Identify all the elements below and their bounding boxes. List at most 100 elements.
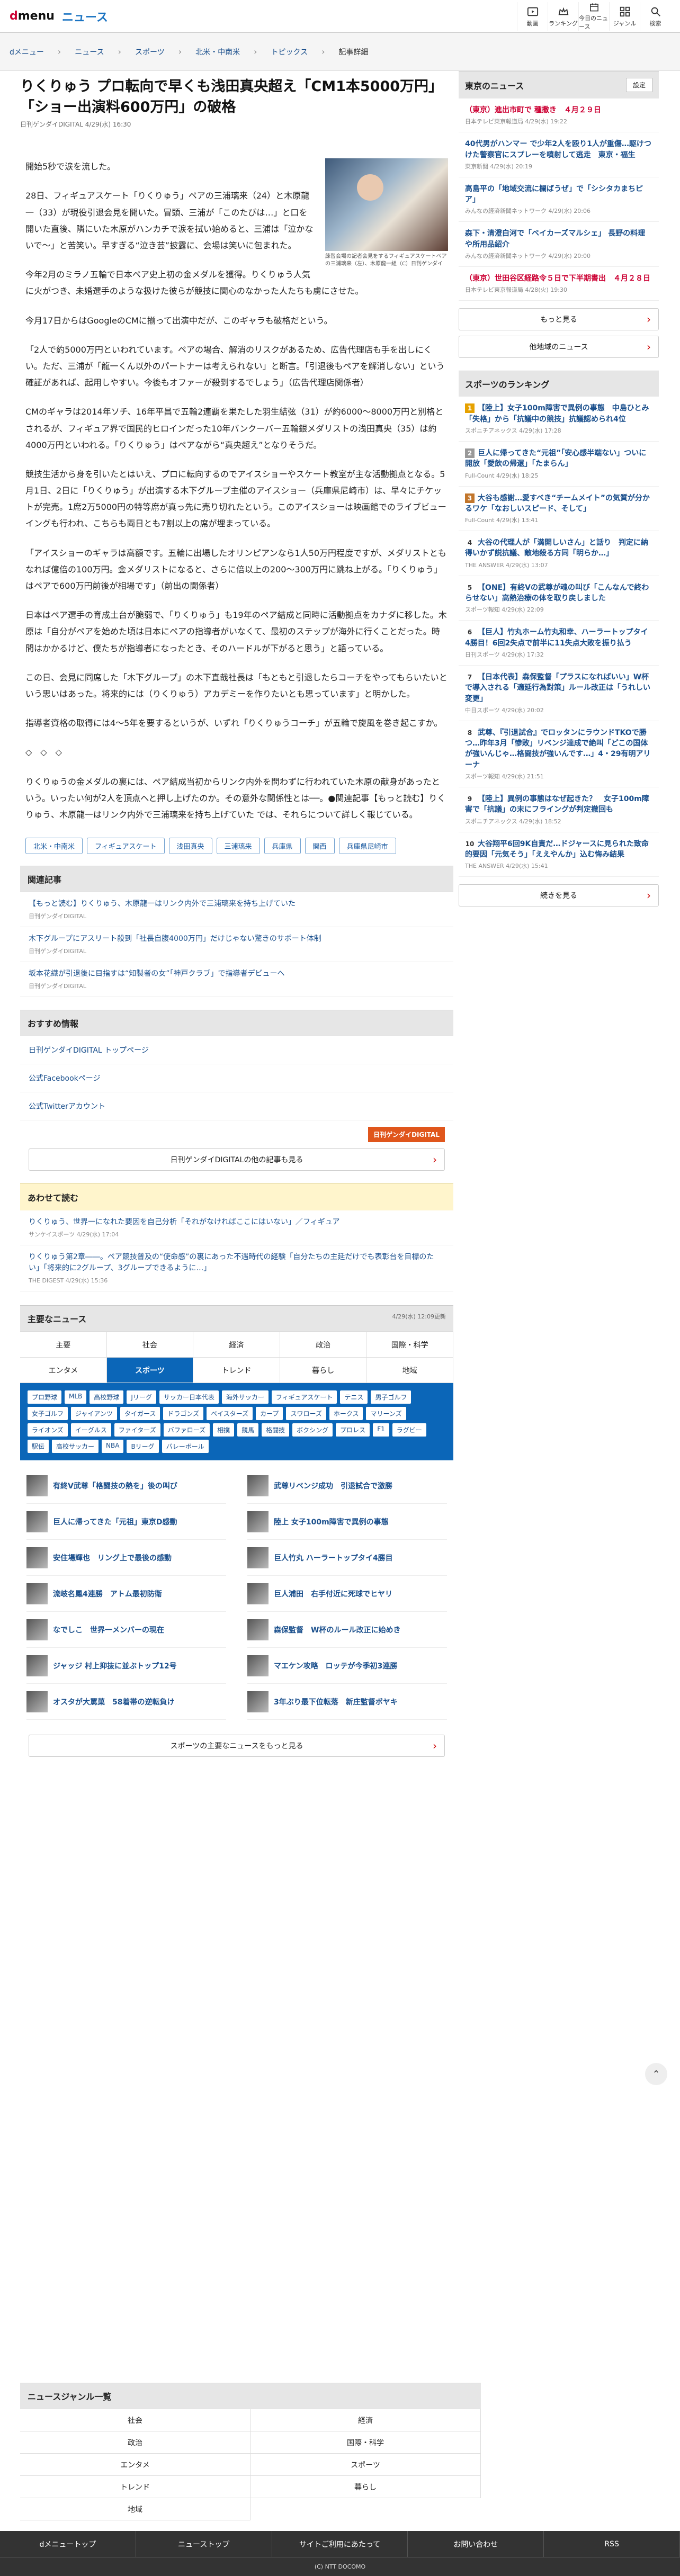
sports-chip[interactable]: ボクシング <box>292 1423 333 1437</box>
ranking-item[interactable]: 2 巨人に帰ってきた“元祖”「安心感半端ない」ついに開放「愛飲の帰還」「たまらん」… <box>459 442 659 487</box>
genre-item[interactable]: 政治 <box>20 2431 250 2454</box>
sports-chip[interactable]: サッカー日本代表 <box>159 1390 219 1404</box>
header-ranking-button[interactable]: ランキング <box>548 2 578 31</box>
ranking-item[interactable]: 4 大谷の代理人が「満開しいさん」と話り 判定に納得いかず説抗議、敵地殺る方同「明… <box>459 531 659 576</box>
breadcrumb-americas[interactable]: 北米・中南米 <box>195 47 240 57</box>
tokyo-news-item[interactable]: （東京）世田谷区経路令５日で下半期書出 ４月２８日 日本テレビ東京報道局 4/28… <box>459 267 659 301</box>
sports-news-item[interactable]: 森保監督 W杯のルール改正に始めき <box>247 1612 447 1648</box>
header-search-button[interactable]: 検索 <box>640 2 670 31</box>
sports-news-item[interactable]: 流岐名鳳4連勝 アトム最初防衛 <box>26 1576 226 1612</box>
sports-news-item[interactable]: 有終V武尊「格闘技の熱を」後の叫び <box>26 1468 226 1504</box>
sports-news-item[interactable]: オスタが大罵菓 58着帯の逆転負け <box>26 1684 226 1720</box>
sports-news-item[interactable]: 巨人浦田 右手付近に死球でヒヤリ <box>247 1576 447 1612</box>
breadcrumb-topics[interactable]: トピックス <box>271 47 308 57</box>
ranking-item[interactable]: 10 大谷翔平6回9K自責だ…ドジャースに見られた致命的要因「元気そう」「ええやん… <box>459 832 659 877</box>
tokyo-news-item[interactable]: 高島平の「地域交流に欄ばうぜ」で「シシタカまちピア」 みんなの経済新聞ネットワーク… <box>459 177 659 222</box>
footer-link-rss[interactable]: RSS <box>544 2531 680 2557</box>
ranking-item[interactable]: 5 【ONE】有終Vの武尊が魂の叫び「こんなんで終わらせない」高熱治療の体を取り戻… <box>459 576 659 621</box>
sports-chip[interactable]: ラグビー <box>392 1423 426 1437</box>
sports-news-item[interactable]: 陸上 女子100m障害で異例の事態 <box>247 1504 447 1540</box>
genre-item[interactable]: スポーツ <box>250 2454 481 2476</box>
sports-chip[interactable]: 海外サッカー <box>221 1390 269 1404</box>
sports-news-item[interactable]: ジャッジ 村上抑抜に並ぶトップ12号 <box>26 1648 226 1684</box>
sports-chip[interactable]: フィギュアスケート <box>271 1390 337 1404</box>
sports-chip[interactable]: 競馬 <box>237 1423 259 1437</box>
back-to-top-button[interactable]: ⌃ <box>645 2063 667 2085</box>
related-item[interactable]: 坂本花織が引退後に目指すは“知製者の女”「神戸クラブ」で指導者デビューへ 日刊ゲン… <box>20 962 453 998</box>
sports-chip[interactable]: バファローズ <box>163 1423 210 1437</box>
tag-item[interactable]: 浅田真央 <box>168 838 212 855</box>
sports-chip[interactable]: ジャイアンツ <box>71 1407 117 1421</box>
sports-chip[interactable]: タイガース <box>120 1407 160 1421</box>
also-read-item[interactable]: りくりゅう第2章――。ペア競技普及の“使命感”の裏にあった不遇時代の経験「自分た… <box>20 1245 453 1292</box>
tag-item[interactable]: 北米・中南米 <box>25 838 83 855</box>
sports-chip[interactable]: F1 <box>373 1423 389 1437</box>
sports-chip[interactable]: Bリーグ <box>127 1440 159 1453</box>
sports-chip[interactable]: 女子ゴルフ <box>28 1407 68 1421</box>
more-sports-news-button[interactable]: スポーツの主要なニュースをもっと見る <box>29 1735 445 1757</box>
other-region-button[interactable]: 他地域のニュース <box>459 336 659 358</box>
tab-main[interactable]: 主要 <box>20 1332 107 1358</box>
sports-chip[interactable]: Jリーグ <box>127 1390 156 1404</box>
sports-news-item[interactable]: 安住場輝也 リング上で最後の感動 <box>26 1540 226 1576</box>
ranking-more-button[interactable]: 続きを見る <box>459 884 659 907</box>
settings-button[interactable]: 設定 <box>625 78 652 92</box>
tag-item[interactable]: 兵庫県尼崎市 <box>338 838 396 855</box>
tab-life[interactable]: 暮らし <box>280 1358 367 1384</box>
recommend-link-facebook[interactable]: 公式Facebookページ <box>20 1064 453 1093</box>
tab-sports[interactable]: スポーツ <box>106 1358 194 1384</box>
tab-economy[interactable]: 経済 <box>193 1332 280 1358</box>
tab-international[interactable]: 国際・科学 <box>366 1332 453 1358</box>
tag-item[interactable]: 兵庫県 <box>264 838 301 855</box>
sports-chip[interactable]: 高校サッカー <box>52 1440 99 1453</box>
ranking-item[interactable]: 1 【陸上】女子100m障害で異例の事態 中島ひとみ「失格」から「抗議中の競技」抗… <box>459 397 659 442</box>
sports-chip[interactable]: プロ野球 <box>28 1390 62 1404</box>
tab-society[interactable]: 社会 <box>106 1332 194 1358</box>
genre-item[interactable]: 国際・科学 <box>250 2431 481 2454</box>
related-item[interactable]: 木下グループにアスリート殺到「社長自腹4000万円」だけじゃない驚きのサポート体… <box>20 927 453 963</box>
tag-item[interactable]: フィギュアスケート <box>87 838 165 855</box>
genre-item[interactable]: トレンド <box>20 2476 250 2498</box>
ranking-item[interactable]: 8 武尊、『引退試合』でロッタンにラウンドTKOで勝つ…昨年3月「惨敗」リベンジ達… <box>459 721 659 788</box>
tab-politics[interactable]: 政治 <box>280 1332 367 1358</box>
genre-item[interactable]: 経済 <box>250 2409 481 2431</box>
tokyo-news-item[interactable]: （東京）進出市町で 種撒き ４月２９日 日本テレビ東京報道局 4/29(水) 19… <box>459 98 659 133</box>
related-item[interactable]: 【もっと読む】りくりゅう、木原龍一はリンク内外で三浦璃来を持ち上げていた 日刊ゲン… <box>20 892 453 928</box>
ranking-item[interactable]: 9 【陸上】異例の事態はなぜ起きた？ 女子100m障害で「抗議」の末にフライングが… <box>459 787 659 832</box>
sports-chip[interactable]: ファイターズ <box>114 1423 160 1437</box>
sports-news-item[interactable]: 3年ぶり最下位転落 新庄監督ボヤキ <box>247 1684 447 1720</box>
photo-image[interactable] <box>325 158 448 252</box>
footer-link-contact[interactable]: お問い合わせ <box>408 2531 544 2557</box>
sports-news-item[interactable]: なでしこ 世界一メンバーの現在 <box>26 1612 226 1648</box>
recommend-link-top[interactable]: 日刊ゲンダイDIGITAL トップページ <box>20 1036 453 1065</box>
ranking-item[interactable]: 3 大谷も感謝…愛すべき“チームメイト”の気質が分かるワケ「なおしいスピード、そし… <box>459 487 659 532</box>
tokyo-news-item[interactable]: 森下・清澄白河で「ベイカーズマルシェ」 長野の料理や所用品紹介 みんなの経済新聞ネ… <box>459 222 659 267</box>
dmenu-logo[interactable]: dmenu <box>10 10 55 23</box>
sports-chip[interactable]: プロレス <box>336 1423 370 1437</box>
genre-item[interactable]: 地域 <box>20 2498 250 2520</box>
tab-region[interactable]: 地域 <box>366 1358 453 1384</box>
ranking-item[interactable]: 7 【日本代表】森保監督「プラスになればいい」W杯で導入される「適延行為對策」ルー… <box>459 666 659 721</box>
tab-trend[interactable]: トレンド <box>193 1358 280 1384</box>
sports-chip[interactable]: 高校野球 <box>90 1390 124 1404</box>
sports-chip[interactable]: イーグルス <box>70 1423 111 1437</box>
header-genre-button[interactable]: ジャンル <box>609 2 640 31</box>
sports-chip[interactable]: MLB <box>65 1390 87 1404</box>
also-read-item[interactable]: りくりゅう、世界一になれた要因を自己分析「それがなければここにはいない」／フィギ… <box>20 1210 453 1246</box>
breadcrumb-news[interactable]: ニュース <box>75 47 104 57</box>
header-video-button[interactable]: 動画 <box>517 2 548 31</box>
tag-item[interactable]: 三浦璃来 <box>216 838 260 855</box>
sports-chip[interactable]: ドラゴンズ <box>163 1407 204 1421</box>
header-today-button[interactable]: 今日のニュース <box>578 2 609 31</box>
ranking-item[interactable]: 6 【巨人】竹丸ホーム竹丸和幸、ハーラートップタイ4勝目！6回2失点で前半に11失… <box>459 621 659 666</box>
breadcrumb-dmenu[interactable]: dメニュー <box>10 47 44 57</box>
sports-chip[interactable]: ホークス <box>329 1407 363 1421</box>
sports-chip[interactable]: 駅伝 <box>28 1440 49 1453</box>
genre-item[interactable]: 暮らし <box>250 2476 481 2498</box>
footer-link-terms[interactable]: サイトご利用にあたって <box>272 2531 408 2557</box>
sports-chip[interactable]: ライオンズ <box>28 1423 68 1437</box>
sports-news-item[interactable]: 巨人に帰ってきた「元祖」東京D感動 <box>26 1504 226 1540</box>
sports-chip[interactable]: スワローズ <box>286 1407 326 1421</box>
footer-link-newstop[interactable]: ニューストップ <box>136 2531 272 2557</box>
tab-entertainment[interactable]: エンタメ <box>20 1358 107 1384</box>
